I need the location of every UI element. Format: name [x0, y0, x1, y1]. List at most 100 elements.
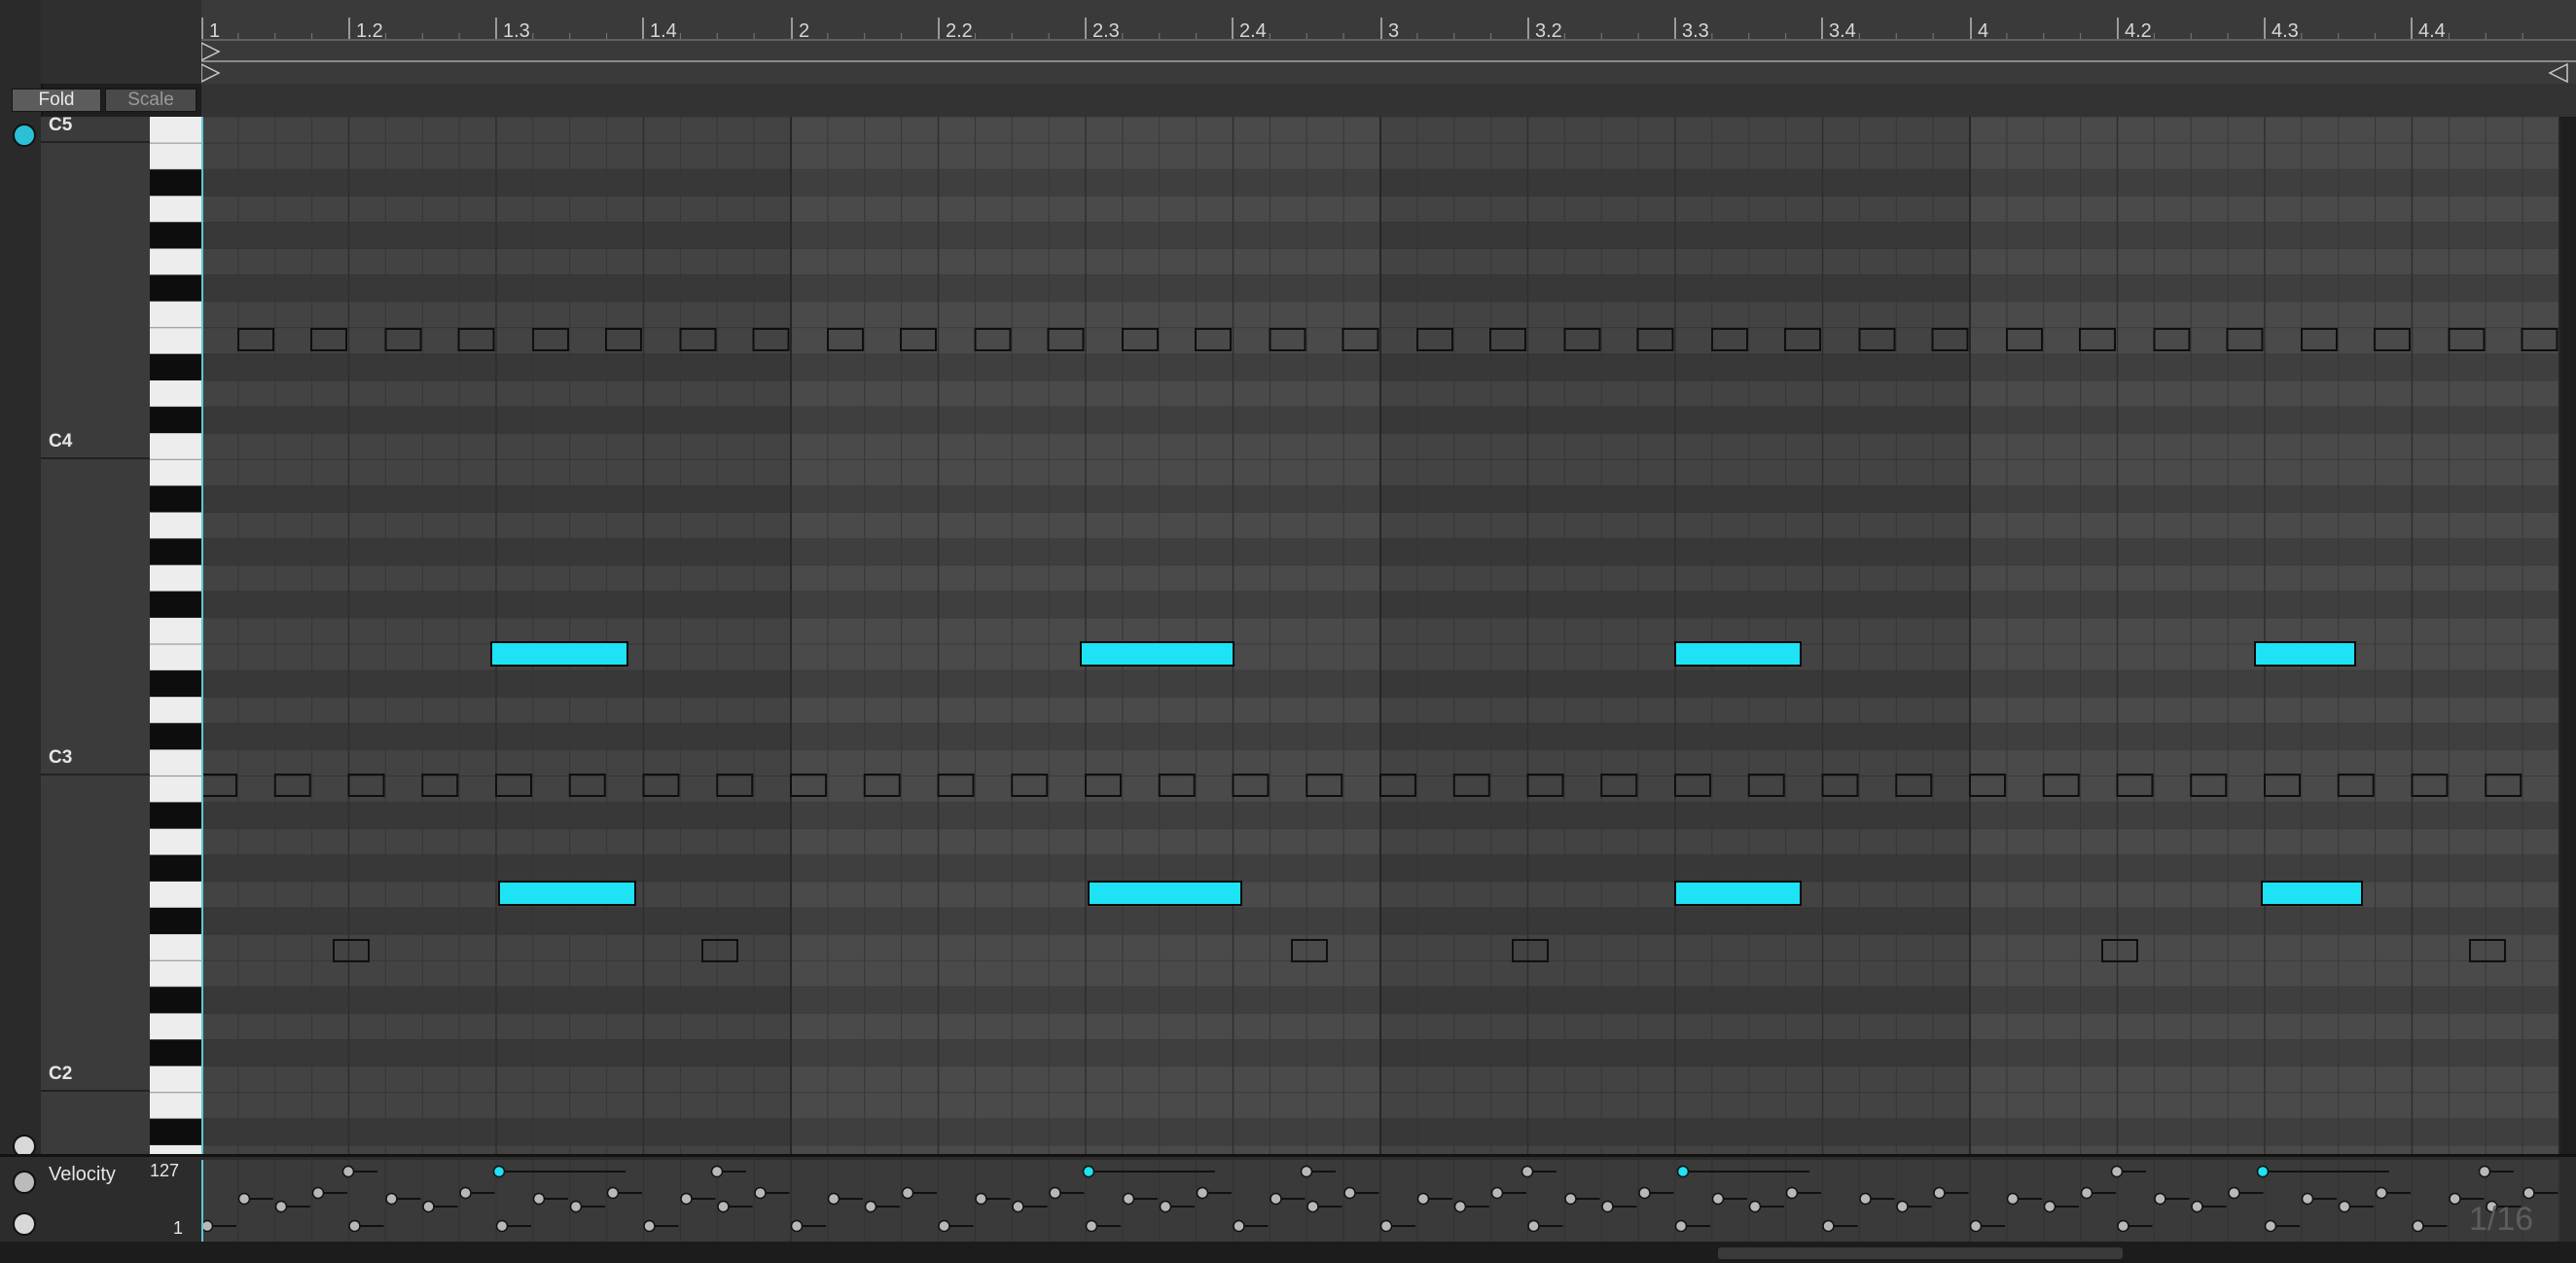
ruler-label: 3.3 — [1682, 20, 1709, 42]
ruler-label: 4 — [1978, 20, 1988, 42]
velocity-handle — [237, 1192, 251, 1206]
velocity-handle — [311, 1186, 325, 1200]
selected-note-lower — [1674, 881, 1802, 906]
black-key — [150, 854, 201, 882]
pitch-label-c4: C4 — [49, 431, 73, 451]
velocity-handle — [459, 1186, 472, 1200]
black-key — [150, 353, 201, 380]
black-key — [150, 407, 201, 434]
ruler-label: 1.2 — [356, 20, 383, 42]
ruler-label: 4.4 — [2418, 20, 2446, 42]
ruler-label: 1 — [209, 20, 220, 42]
velocity-handle-kick — [2478, 1165, 2491, 1178]
velocity-handle — [1638, 1186, 1651, 1200]
velocity-handle — [754, 1186, 767, 1200]
velocity-handle — [2412, 1219, 2424, 1233]
velocity-handle — [2338, 1200, 2351, 1213]
headphone-preview-icon[interactable] — [13, 124, 36, 147]
velocity-handle-selected — [1082, 1165, 1095, 1178]
left-control-strip — [0, 0, 43, 1263]
bottom-status-bar — [0, 1242, 2576, 1263]
velocity-handle — [1416, 1192, 1430, 1206]
selected-note-lower — [1088, 881, 1242, 906]
piano-keyboard[interactable] — [150, 117, 203, 1154]
velocity-handle — [274, 1200, 288, 1213]
velocity-handle — [422, 1200, 435, 1213]
black-key — [150, 670, 201, 698]
selected-note-upper — [1674, 641, 1802, 667]
velocity-editor[interactable] — [201, 1160, 2560, 1242]
velocity-handle — [2375, 1186, 2388, 1200]
velocity-handle — [680, 1192, 693, 1206]
selected-note-upper — [2254, 641, 2356, 667]
velocity-handle — [2117, 1219, 2129, 1233]
velocity-handle — [2043, 1200, 2057, 1213]
velocity-handle — [1969, 1219, 1983, 1233]
note-grid-svg — [201, 117, 2560, 1154]
velocity-handle — [1601, 1200, 1614, 1213]
horizontal-scrollbar[interactable] — [1718, 1247, 2123, 1259]
selected-note-upper — [490, 641, 628, 667]
ruler-label: 2.2 — [946, 20, 973, 42]
ruler-label: 2.3 — [1092, 20, 1120, 42]
velocity-handle — [2264, 1219, 2277, 1233]
velocity-handle — [1933, 1186, 1946, 1200]
velocity-handle — [1196, 1186, 1209, 1200]
ruler-label: 1.4 — [650, 20, 677, 42]
ruler-svg: 1 1.2 1.3 1.4 2 2.2 2.3 2.4 3 3.2 3.3 3.4 4 4.2 4.3 4.4 — [200, 18, 2576, 84]
velocity-handle — [1527, 1219, 1540, 1233]
velocity-handle — [2522, 1186, 2535, 1200]
velocity-handle — [532, 1192, 546, 1206]
grid-resolution-label: 1/16 — [2469, 1201, 2534, 1238]
ruler-label: 2.4 — [1239, 20, 1267, 42]
velocity-handle — [975, 1192, 987, 1206]
fold-row — [201, 84, 2576, 118]
velocity-handle — [1159, 1200, 1172, 1213]
beat-time-ruler[interactable]: 1 1.2 1.3 1.4 2 2.2 2.3 2.4 3 3.2 3.3 3.4 4 4.2 4.3 4.4 — [200, 0, 2576, 85]
ruler-label: 3.2 — [1535, 20, 1562, 42]
selected-note-lower — [498, 881, 636, 906]
pitch-label-c5: C5 — [49, 115, 73, 135]
velocity-handle — [1049, 1186, 1061, 1200]
header-spacer — [41, 0, 201, 84]
black-key — [150, 222, 201, 249]
black-key — [150, 987, 201, 1014]
velocity-handle-selected — [492, 1165, 506, 1178]
ruler-label: 3.4 — [1829, 20, 1856, 42]
velocity-handle — [1896, 1200, 1909, 1213]
velocity-handle — [2154, 1192, 2166, 1206]
black-key — [150, 591, 201, 618]
fold-button[interactable]: Fold — [12, 89, 101, 112]
note-editor-grid[interactable] — [201, 117, 2560, 1154]
piano-keys-svg — [150, 142, 201, 1145]
velocity-handle — [1343, 1186, 1356, 1200]
velocity-handle — [2301, 1192, 2314, 1206]
arrow-circle-icon[interactable] — [13, 1171, 36, 1194]
pitch-label-column — [41, 117, 150, 1154]
c5-divider — [41, 141, 150, 143]
c3-divider — [41, 774, 150, 776]
velocity-handle-kick — [1521, 1165, 1534, 1178]
velocity-handle — [717, 1200, 730, 1213]
black-key — [150, 908, 201, 935]
c4-divider — [41, 457, 150, 459]
ruler-label: 1.3 — [503, 20, 530, 42]
play-circle-icon[interactable] — [13, 1212, 36, 1236]
velocity-handle — [827, 1192, 841, 1206]
ruler-label: 2 — [799, 20, 809, 42]
scale-button[interactable]: Scale — [105, 89, 197, 112]
velocity-handle — [864, 1200, 877, 1213]
selected-note-lower — [2261, 881, 2363, 906]
velocity-handle — [1785, 1186, 1799, 1200]
black-key — [150, 723, 201, 750]
velocity-handle — [606, 1186, 620, 1200]
velocity-handle-kick — [341, 1165, 355, 1178]
velocity-handle — [2191, 1200, 2203, 1213]
velocity-handle — [938, 1219, 950, 1233]
velocity-handle — [1270, 1192, 1282, 1206]
velocity-handle — [1453, 1200, 1467, 1213]
velocity-handle — [1564, 1192, 1577, 1206]
velocity-handle — [643, 1219, 656, 1233]
end-marker — [2548, 62, 2568, 84]
black-key — [150, 169, 201, 197]
